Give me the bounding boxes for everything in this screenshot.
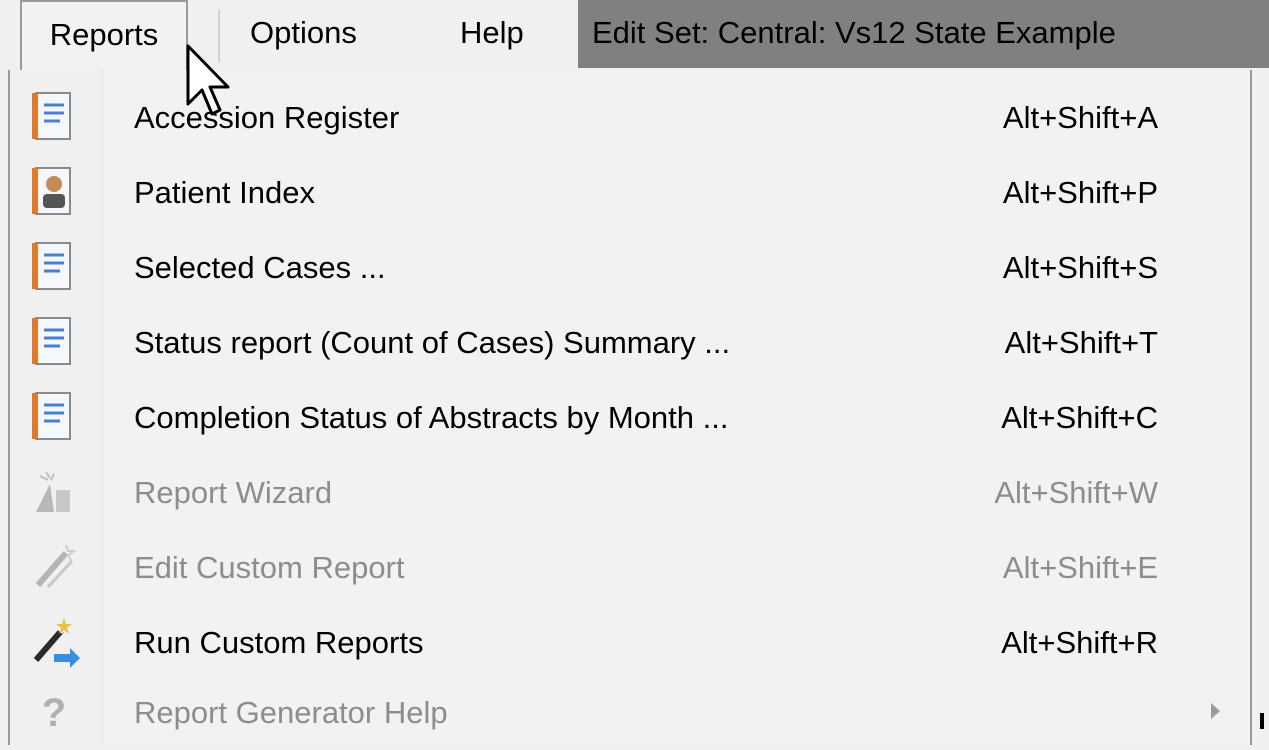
menu-item-shortcut: Alt+Shift+A bbox=[1002, 100, 1158, 135]
menu-item-shortcut: Alt+Shift+E bbox=[1002, 550, 1158, 585]
menu-item-shortcut: Alt+Shift+W bbox=[994, 475, 1158, 510]
menu-item-label: Edit Custom Report bbox=[134, 550, 405, 585]
submenu-arrow-icon bbox=[1211, 703, 1220, 719]
menu-item-completion-status[interactable]: Completion Status of Abstracts by Month … bbox=[10, 380, 1250, 455]
menu-item-label: Status report (Count of Cases) Summary .… bbox=[134, 325, 731, 360]
edit-set-title: Edit Set: Central: Vs12 State Example bbox=[578, 0, 1269, 68]
screen-edge-mark bbox=[1260, 713, 1264, 729]
menu-item-label: Report Generator Help bbox=[134, 695, 448, 730]
report-doc-icon bbox=[32, 392, 71, 440]
menu-item-label: Selected Cases ... bbox=[134, 250, 386, 285]
menu-item-report-generator-help[interactable]: ? Report Generator Help bbox=[10, 675, 1250, 750]
menu-item-shortcut: Alt+Shift+C bbox=[1001, 400, 1158, 435]
menu-item-shortcut: Alt+Shift+R bbox=[1001, 625, 1158, 660]
menu-item-label: Report Wizard bbox=[134, 475, 333, 510]
menu-reports[interactable]: Reports bbox=[20, 0, 188, 72]
menu-item-label: Patient Index bbox=[134, 175, 315, 210]
menu-item-shortcut: Alt+Shift+P bbox=[1002, 175, 1158, 210]
menu-item-status-report[interactable]: Status report (Count of Cases) Summary .… bbox=[10, 305, 1250, 380]
menu-item-edit-custom-report[interactable]: Edit Custom Report Alt+Shift+E bbox=[10, 530, 1250, 605]
menu-item-shortcut: Alt+Shift+T bbox=[1004, 325, 1158, 360]
mouse-cursor-icon bbox=[186, 44, 230, 116]
menu-item-report-wizard[interactable]: Report Wizard Alt+Shift+W bbox=[10, 455, 1250, 530]
help-question-icon: ? bbox=[42, 691, 66, 735]
menu-item-label: Accession Register bbox=[134, 100, 400, 135]
report-doc-icon bbox=[32, 242, 71, 290]
menu-item-run-custom-reports[interactable]: Run Custom Reports Alt+Shift+R bbox=[10, 605, 1250, 680]
reports-dropdown: Accession Register Alt+Shift+A Patient I… bbox=[8, 70, 1252, 745]
menu-item-label: Completion Status of Abstracts by Month … bbox=[134, 400, 729, 435]
patient-report-icon bbox=[32, 167, 71, 215]
menu-item-selected-cases[interactable]: Selected Cases ... Alt+Shift+S bbox=[10, 230, 1250, 305]
report-doc-icon bbox=[32, 92, 71, 140]
menu-item-label: Run Custom Reports bbox=[134, 625, 424, 660]
menu-help[interactable]: Help bbox=[446, 0, 538, 66]
magic-wand-icon bbox=[35, 544, 77, 589]
menu-options[interactable]: Options bbox=[236, 0, 371, 66]
wizard-hat-icon bbox=[36, 471, 70, 512]
menu-item-shortcut: Alt+Shift+S bbox=[1002, 250, 1158, 285]
magic-wand-run-icon bbox=[33, 618, 80, 668]
report-doc-icon bbox=[32, 317, 71, 365]
svg-text:?: ? bbox=[42, 691, 66, 735]
menu-item-patient-index[interactable]: Patient Index Alt+Shift+P bbox=[10, 155, 1250, 230]
